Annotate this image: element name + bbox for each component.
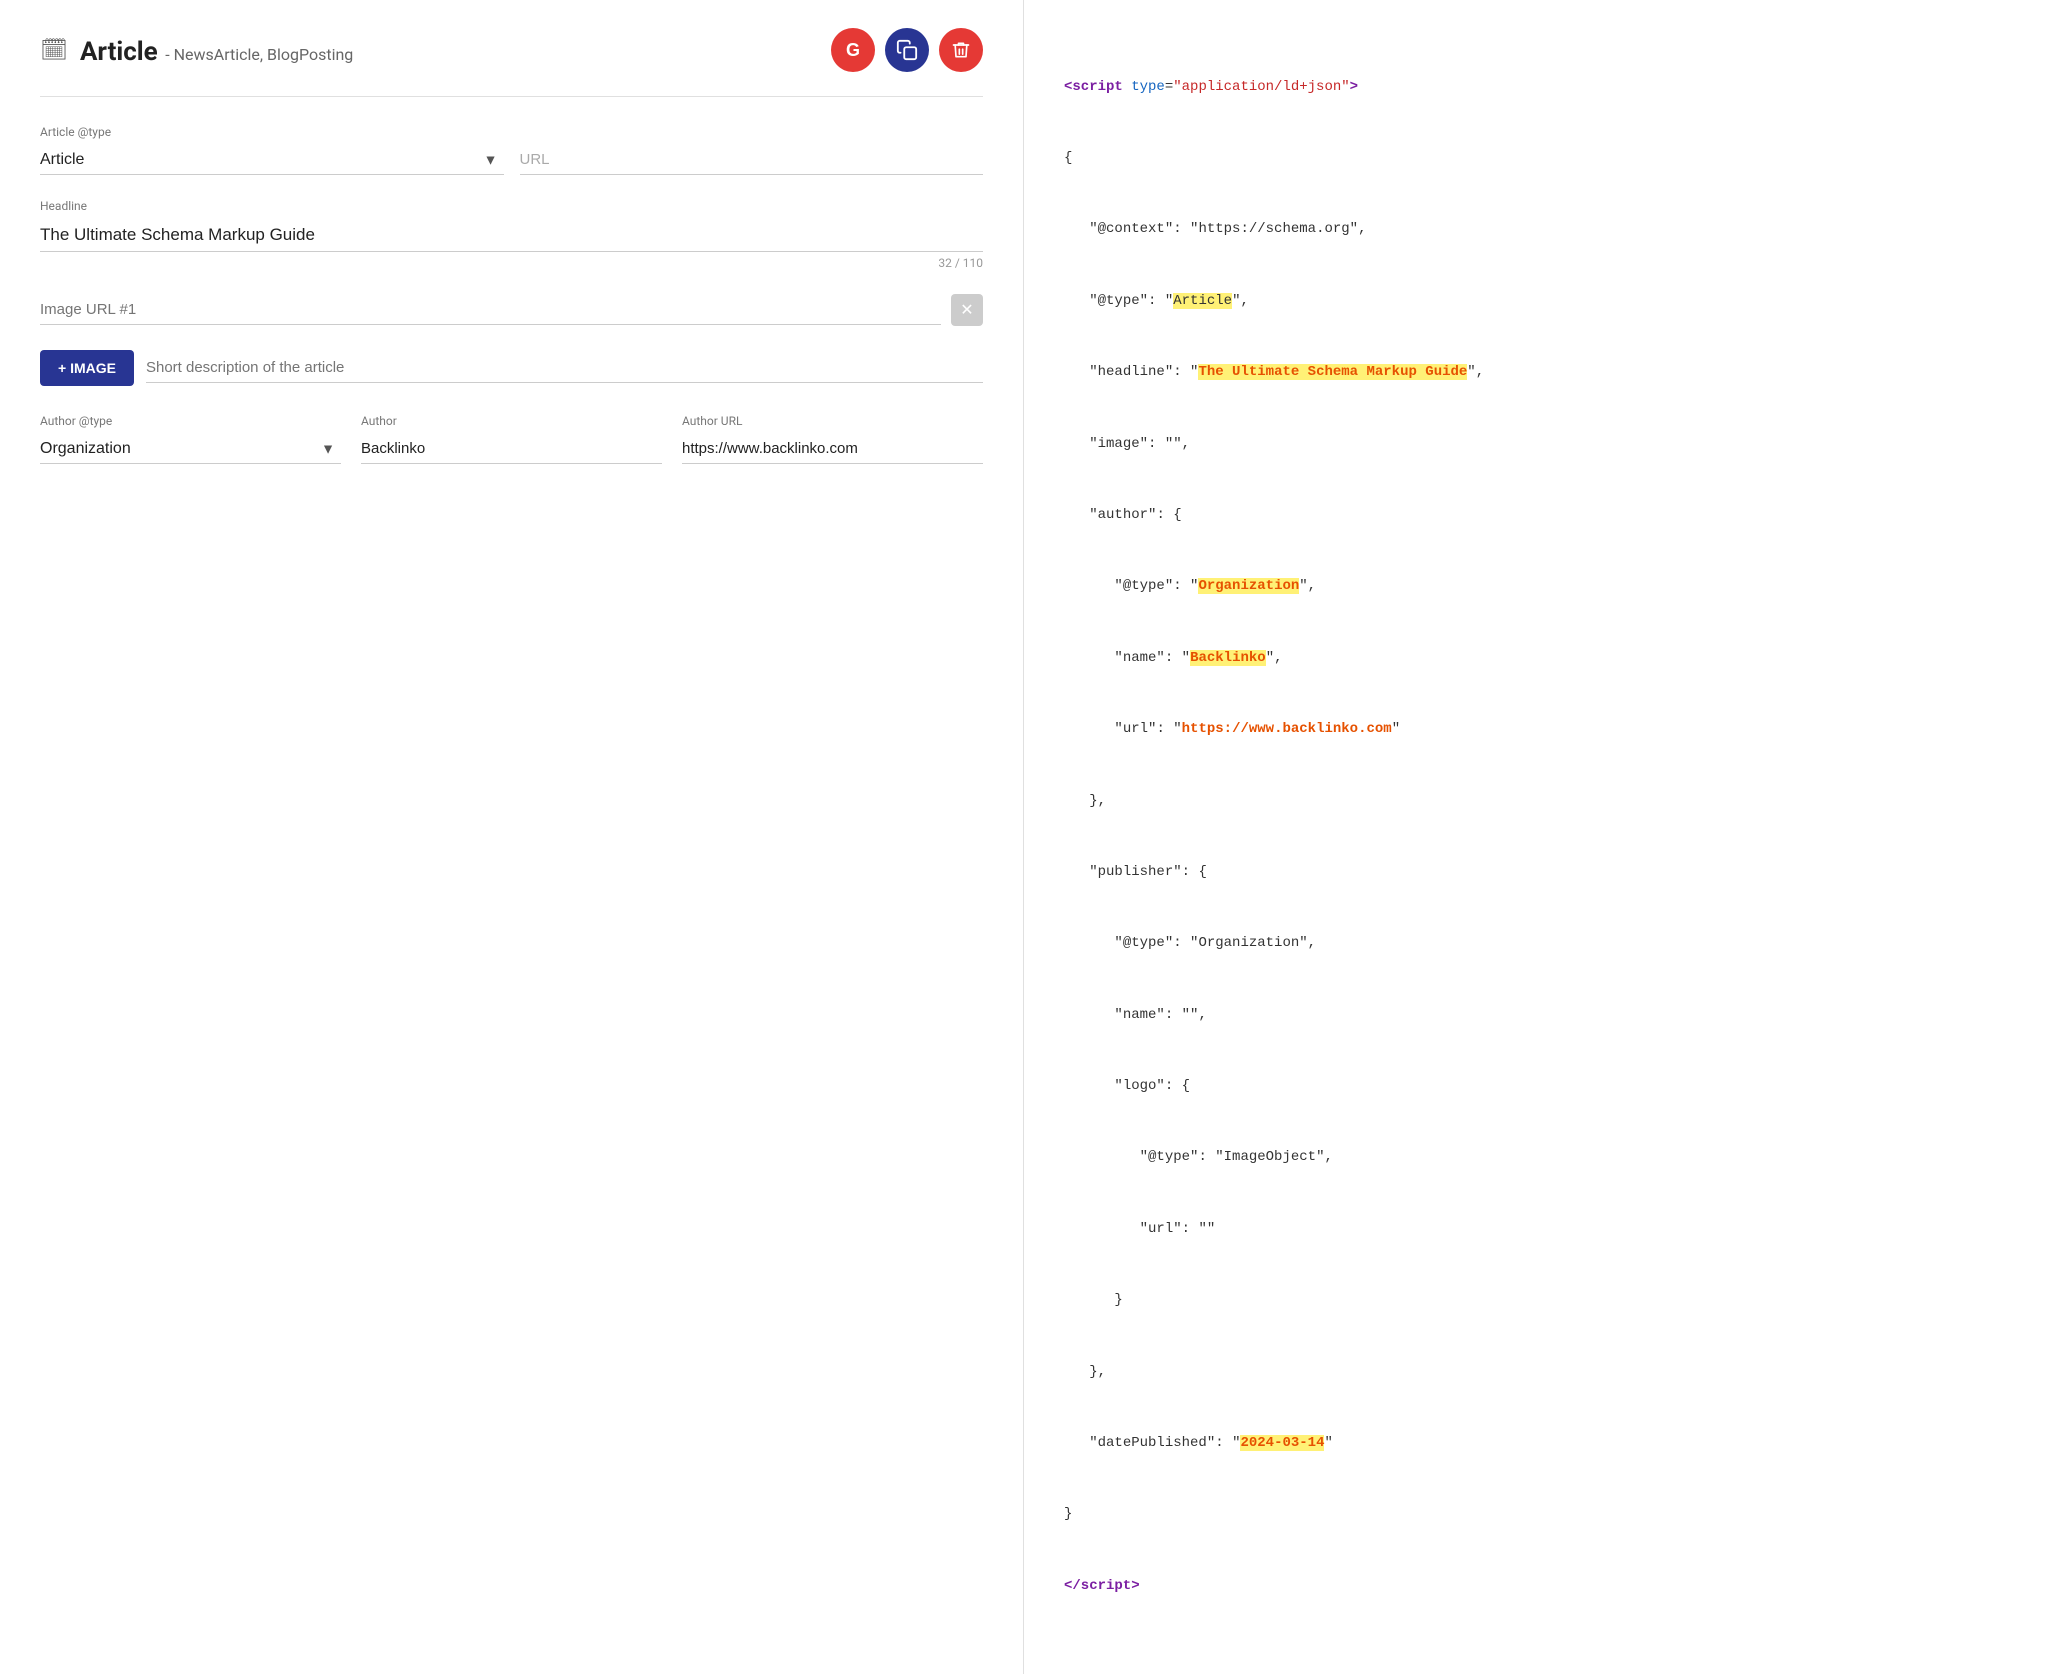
image-url-row: ✕	[40, 294, 983, 326]
author-name-field: Author	[361, 414, 662, 464]
article-type-field: Article @type Article NewsArticle BlogPo…	[40, 125, 504, 175]
author-name-line: "name": "Backlinko",	[1064, 647, 2008, 671]
logo-type-line: "@type": "ImageObject",	[1064, 1146, 2008, 1170]
author-name-label: Author	[361, 414, 662, 428]
publisher-logo-key-line: "logo": {	[1064, 1075, 2008, 1099]
logo-url-line: "url": ""	[1064, 1218, 2008, 1242]
author-url-field: Author URL	[682, 414, 983, 464]
logo-close-line: }	[1064, 1289, 2008, 1313]
url-label	[520, 125, 984, 139]
image-line: "image": "",	[1064, 433, 2008, 457]
code-block: <script type="application/ld+json"> { "@…	[1064, 28, 2008, 1646]
image-url-input[interactable]	[40, 295, 941, 325]
delete-icon	[951, 40, 971, 60]
author-url-input[interactable]	[682, 434, 983, 464]
remove-image-button[interactable]: ✕	[951, 294, 983, 326]
context-line: "@context": "https://schema.org",	[1064, 218, 2008, 242]
date-line: "datePublished": "2024-03-14"	[1064, 1432, 2008, 1456]
type-url-group: Article @type Article NewsArticle BlogPo…	[40, 125, 983, 175]
url-input[interactable]	[520, 145, 984, 175]
page-title: Article - NewsArticle, BlogPosting	[80, 33, 353, 68]
publisher-key-line: "publisher": {	[1064, 861, 2008, 885]
copy-icon	[896, 39, 918, 61]
headline-group: Headline 32 / 110	[40, 199, 983, 270]
author-type-label: Author @type	[40, 414, 341, 428]
header-left: 🗓 Article - NewsArticle, BlogPosting	[40, 33, 353, 68]
script-close-tag: </script>	[1064, 1575, 2008, 1599]
opening-brace: {	[1064, 147, 2008, 171]
author-name-input[interactable]	[361, 434, 662, 464]
closing-brace: }	[1064, 1503, 2008, 1527]
article-type-select[interactable]: Article NewsArticle BlogPosting	[40, 145, 504, 175]
calendar-icon: 🗓	[40, 38, 68, 63]
publisher-name-line: "name": "",	[1064, 1004, 2008, 1028]
author-type-select[interactable]: Organization Person	[40, 434, 341, 464]
author-close-line: },	[1064, 790, 2008, 814]
author-url-line: "url": "https://www.backlinko.com"	[1064, 718, 2008, 742]
code-panel: <script type="application/ld+json"> { "@…	[1024, 0, 2048, 1674]
article-type-select-wrapper: Article NewsArticle BlogPosting ▼	[40, 145, 504, 175]
add-image-row: + IMAGE	[40, 350, 983, 386]
author-section: Author @type Organization Person ▼ Autho…	[40, 414, 983, 464]
image-url-group: ✕	[40, 294, 983, 326]
type-line: "@type": "Article",	[1064, 290, 2008, 314]
headline-line: "headline": "The Ultimate Schema Markup …	[1064, 361, 2008, 385]
headline-input[interactable]	[40, 219, 983, 252]
author-key-line: "author": {	[1064, 504, 2008, 528]
copy-button[interactable]	[885, 28, 929, 72]
header: 🗓 Article - NewsArticle, BlogPosting G	[40, 28, 983, 72]
publisher-type-line: "@type": "Organization",	[1064, 932, 2008, 956]
author-url-label: Author URL	[682, 414, 983, 428]
description-input[interactable]	[146, 353, 983, 383]
header-buttons: G	[831, 28, 983, 72]
google-button[interactable]: G	[831, 28, 875, 72]
delete-button[interactable]	[939, 28, 983, 72]
article-type-label: Article @type	[40, 125, 504, 139]
char-count: 32 / 110	[40, 256, 983, 270]
author-type-field: Author @type Organization Person ▼	[40, 414, 341, 464]
author-type-select-wrapper: Organization Person ▼	[40, 434, 341, 464]
add-image-button[interactable]: + IMAGE	[40, 350, 134, 386]
url-field	[520, 125, 984, 175]
headline-label: Headline	[40, 199, 983, 213]
type-url-row: Article @type Article NewsArticle BlogPo…	[40, 125, 983, 175]
left-panel: 🗓 Article - NewsArticle, BlogPosting G	[0, 0, 1024, 1674]
publisher-close-line: },	[1064, 1361, 2008, 1385]
script-open-tag: <script type="application/ld+json">	[1064, 76, 2008, 100]
author-type-line: "@type": "Organization",	[1064, 575, 2008, 599]
header-divider	[40, 96, 983, 97]
